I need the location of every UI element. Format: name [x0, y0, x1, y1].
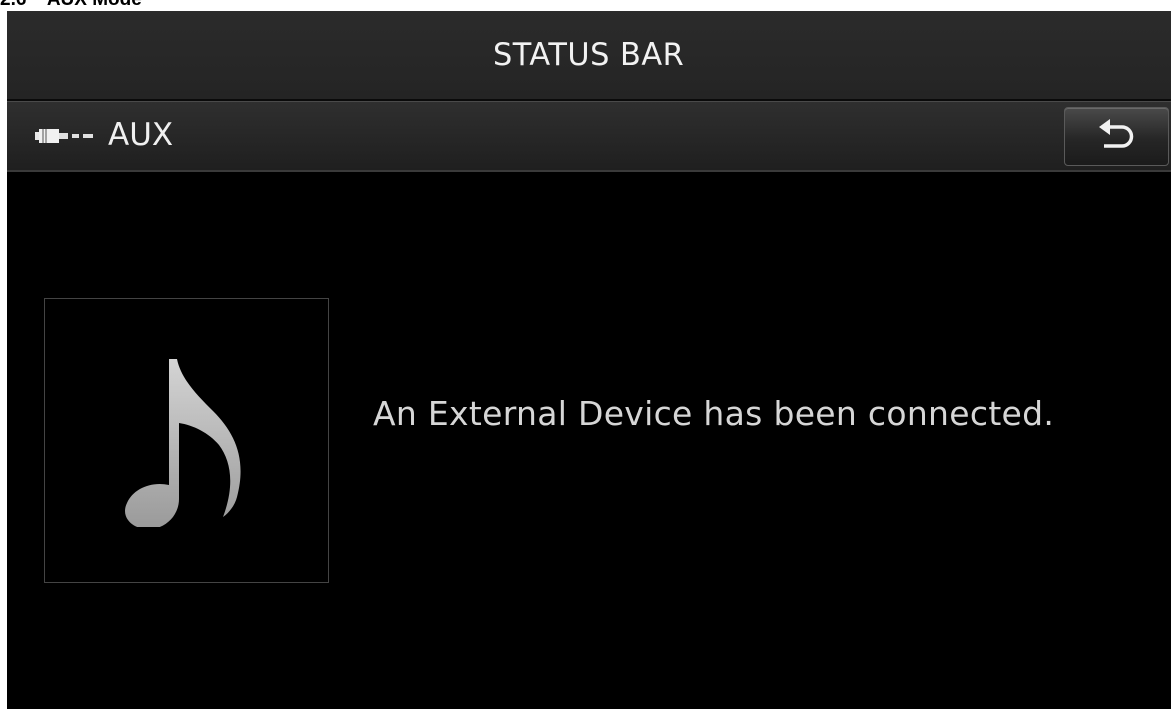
status-bar: STATUS BAR [7, 11, 1171, 101]
connection-message: An External Device has been connected. [373, 394, 1055, 433]
mode-title-bar: AUX [7, 101, 1171, 172]
section-heading: 2.6 AUX Mode [0, 0, 142, 9]
back-arrow-icon [1098, 118, 1133, 148]
music-note-icon [125, 359, 241, 527]
head-unit-screen: STATUS BAR AUX An External Device has be… [7, 11, 1171, 709]
album-art-frame [44, 298, 329, 583]
mode-label: AUX [108, 117, 174, 153]
aux-plug-icon [35, 129, 93, 143]
status-bar-title: STATUS BAR [493, 37, 685, 73]
back-button[interactable] [1064, 107, 1169, 166]
